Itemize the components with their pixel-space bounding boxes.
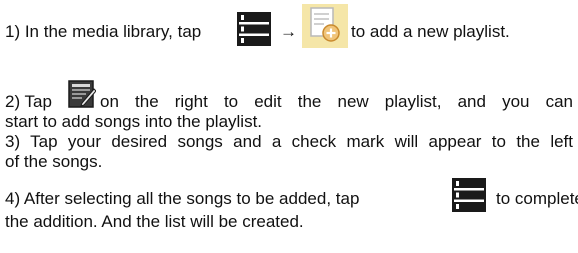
arrow-glyph: → <box>280 22 297 41</box>
step4-text-line2: the addition. And the list will be creat… <box>5 212 304 231</box>
step2-text-after: on the right to edit the new playlist, a… <box>100 92 573 111</box>
add-playlist-icon <box>302 4 348 53</box>
step1-text-after: to add a new playlist. <box>351 22 510 41</box>
list-menu-icon <box>452 178 486 217</box>
list-menu-icon <box>237 12 271 51</box>
step3-text-line1: 3) Tap your desired songs and a check ma… <box>5 132 573 151</box>
step4-text-after: to complete <box>496 189 578 208</box>
step4-text-before: 4) After selecting all the songs to be a… <box>5 189 360 208</box>
step2-text-before: 2) Tap <box>5 92 52 111</box>
step2-text-line2: start to add songs into the playlist. <box>5 112 263 131</box>
step1-text-before: 1) In the media library, tap <box>5 22 202 41</box>
edit-icon <box>68 80 97 113</box>
step3-text-line2: of the songs. <box>5 152 103 171</box>
